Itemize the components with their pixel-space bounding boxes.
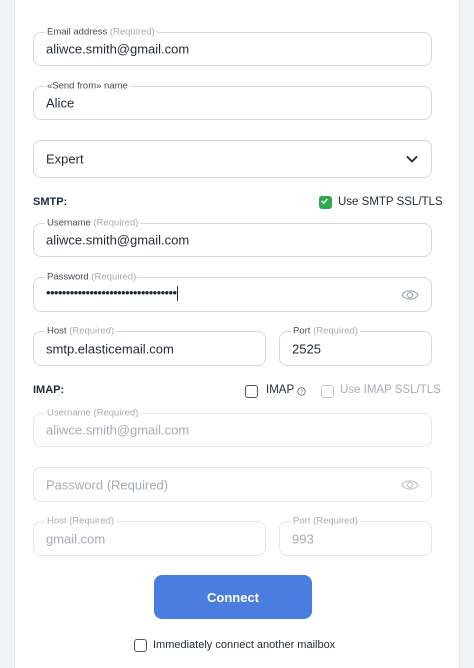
email-field-label: Email address (Required)	[45, 26, 157, 38]
smtp-port-field[interactable]: Port (Required) 2525	[279, 325, 432, 366]
imap-username-value: aliwce.smith@gmail.com	[46, 422, 190, 438]
sender-name-field[interactable]: «Send from» name Alice	[33, 80, 432, 120]
email-field-value: aliwce.smith@gmail.com	[46, 41, 190, 57]
imap-username-label: Username (Required)	[45, 407, 141, 419]
imap-label: IMAP	[266, 384, 295, 396]
imap-port-value: 993	[292, 531, 314, 546]
connect-button[interactable]: Connect	[154, 575, 312, 619]
imap-password-placeholder: Password (Required)	[46, 477, 169, 492]
imap-password-field[interactable]: Password (Required)	[33, 467, 432, 502]
imap-checkbox[interactable]	[245, 385, 258, 398]
smtp-username-label: Username (Required)	[45, 217, 141, 229]
imap-host-field[interactable]: Host (Required) gmail.com	[33, 515, 266, 556]
smtp-ssl-checkbox[interactable]	[319, 196, 332, 209]
another-mailbox-label: Immediately connect another mailbox	[153, 639, 336, 651]
sender-name-label: «Send from» name	[45, 80, 130, 92]
question-circle-icon[interactable]: ?	[297, 387, 306, 396]
smtp-port-label: Port (Required)	[291, 325, 360, 337]
smtp-host-field[interactable]: Host (Required) smtp.elasticemail.com	[33, 325, 266, 366]
sender-name-value: Alice	[46, 95, 75, 111]
imap-host-label: Host (Required)	[45, 515, 117, 527]
imap-ssl-label: Use IMAP SSL/TLS	[340, 384, 441, 396]
smtp-ssl-label: Use SMTP SSL/TLS	[338, 196, 443, 208]
eye-icon[interactable]	[401, 288, 419, 302]
smtp-port-value: 2525	[292, 341, 321, 356]
check-icon	[321, 198, 328, 204]
smtp-host-value: smtp.elasticemail.com	[46, 341, 174, 356]
another-mailbox-checkbox[interactable]	[134, 639, 147, 652]
smtp-password-value: •••••••••••••••••••••••••••••••••	[46, 285, 179, 302]
imap-port-field[interactable]: Port (Required) 993	[279, 515, 432, 556]
imap-host-value: gmail.com	[46, 531, 106, 546]
smtp-host-label: Host (Required)	[45, 325, 117, 337]
smtp-username-field[interactable]: Username (Required) aliwce.smith@gmail.c…	[33, 217, 432, 257]
imap-ssl-checkbox[interactable]	[321, 385, 334, 398]
chevron-down-icon	[406, 156, 418, 163]
email-field[interactable]: Email address (Required) aliwce.smith@gm…	[33, 26, 432, 66]
mode-select[interactable]: Expert	[33, 140, 432, 178]
text-caret	[177, 286, 179, 302]
svg-text:?: ?	[300, 390, 303, 396]
imap-section-label: IMAP:	[33, 384, 65, 396]
imap-username-field[interactable]: Username (Required) aliwce.smith@gmail.c…	[33, 407, 432, 447]
mode-select-value: Expert	[46, 151, 84, 167]
eye-icon[interactable]	[401, 478, 419, 492]
smtp-password-field[interactable]: Password (Required) ••••••••••••••••••••…	[33, 271, 432, 312]
smtp-password-label: Password (Required)	[45, 271, 139, 283]
smtp-section-label: SMTP:	[33, 196, 68, 208]
imap-port-label: Port (Required)	[291, 515, 360, 527]
smtp-username-value: aliwce.smith@gmail.com	[46, 232, 190, 248]
